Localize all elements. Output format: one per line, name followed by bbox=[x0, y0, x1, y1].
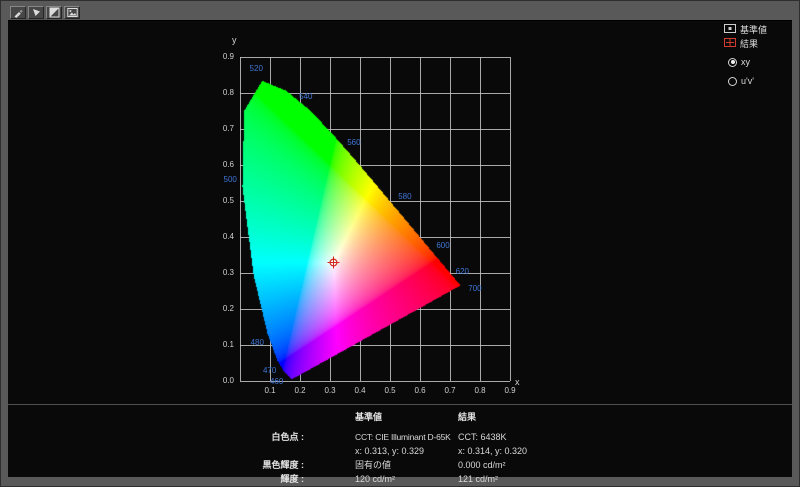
radio-xy[interactable]: xy bbox=[728, 56, 784, 68]
y-axis-tick-label: 0.2 bbox=[222, 304, 234, 313]
y-axis-tick-label: 0.6 bbox=[222, 160, 234, 169]
wavelength-label: 700 bbox=[468, 283, 482, 293]
diagram-panel: y x 0.1 0.2 0.3 0.4 0.5 0.6 0.7 0.8 0.9 0.9 0.8 0.7… bbox=[8, 20, 792, 484]
x-axis-tick-label: 0.6 bbox=[414, 386, 426, 395]
eyedropper-icon bbox=[13, 7, 24, 18]
black-level-reference: 固有の値 bbox=[355, 460, 392, 470]
wavelength-label: 600 bbox=[436, 240, 450, 250]
result-column-header: 結果 bbox=[458, 412, 477, 422]
white-point-reference-cct: CCT: CIE Illuminant D-65K bbox=[355, 432, 451, 442]
legend: 基準値 結果 xy u'v' bbox=[724, 21, 784, 87]
result-marker-icon bbox=[724, 37, 736, 49]
y-axis-tick-label: 0.8 bbox=[222, 88, 234, 97]
luminance-row-label: 輝度 : bbox=[280, 474, 305, 484]
legend-result-label: 結果 bbox=[740, 38, 759, 49]
radio-uv-icon[interactable] bbox=[728, 76, 737, 86]
contrast-icon bbox=[49, 7, 60, 18]
y-axis-tick-label: 0.3 bbox=[222, 268, 234, 277]
wavelength-label: 480 bbox=[250, 337, 264, 347]
legend-reference-label: 基準値 bbox=[740, 24, 768, 35]
wavelength-label: 460 bbox=[269, 377, 284, 386]
white-point-result-xy: x: 0.314, y: 0.320 bbox=[458, 446, 528, 456]
wavelength-label: 500 bbox=[223, 174, 237, 184]
image-icon bbox=[66, 7, 78, 18]
chromaticity-gamut-canvas bbox=[240, 57, 510, 381]
black-level-result: 0.000 cd/m² bbox=[458, 460, 506, 470]
wavelength-label: 580 bbox=[398, 192, 412, 202]
radio-xy-icon[interactable] bbox=[728, 57, 737, 67]
x-axis-tick-label: 0.3 bbox=[324, 386, 336, 395]
luminance-reference: 120 cd/m² bbox=[355, 474, 396, 484]
y-axis-tick-label: 0.1 bbox=[222, 340, 234, 349]
luminance-result: 121 cd/m² bbox=[458, 474, 499, 484]
x-axis-tick-label: 0.7 bbox=[444, 386, 456, 395]
radio-uv[interactable]: u'v' bbox=[728, 75, 784, 87]
y-axis-tick-label: 0.4 bbox=[222, 232, 234, 241]
radio-uv-label: u'v' bbox=[741, 76, 754, 86]
y-axis-title: y bbox=[232, 35, 237, 45]
white-point-result-cct: CCT: 6438K bbox=[458, 432, 507, 442]
results-separator bbox=[8, 404, 792, 405]
x-axis-tick-label: 0.1 bbox=[264, 386, 276, 395]
wavelength-label: 470 bbox=[262, 366, 277, 376]
image-tool-button[interactable] bbox=[64, 6, 80, 19]
marker-tool-button[interactable] bbox=[28, 6, 44, 19]
reference-marker-icon bbox=[724, 23, 736, 35]
white-point-reference-xy: x: 0.313, y: 0.329 bbox=[355, 446, 425, 456]
triangle-marker-icon bbox=[31, 7, 42, 18]
y-axis-tick-label: 0.5 bbox=[222, 196, 234, 205]
black-level-row-label: 黒色輝度 : bbox=[262, 460, 305, 470]
wavelength-label: 560 bbox=[347, 138, 361, 148]
grid-line bbox=[510, 57, 511, 381]
x-axis-tick-label: 0.5 bbox=[384, 386, 396, 395]
legend-reference-row: 基準値 bbox=[724, 23, 784, 35]
chromaticity-chart: y x 0.1 0.2 0.3 0.4 0.5 0.6 0.7 0.8 0.9 0.9 0.8 0.7… bbox=[8, 20, 792, 477]
x-axis-tick-label: 0.8 bbox=[474, 386, 486, 395]
y-axis-tick-label: 0.0 bbox=[222, 376, 234, 385]
radio-xy-label: xy bbox=[741, 57, 750, 67]
y-axis-tick-label: 0.7 bbox=[222, 124, 234, 133]
eyedropper-tool-button[interactable] bbox=[10, 6, 26, 19]
white-point-marker-icon bbox=[327, 256, 340, 269]
x-axis-tick-label: 0.4 bbox=[354, 386, 366, 395]
application-window: y x 0.1 0.2 0.3 0.4 0.5 0.6 0.7 0.8 0.9 0.9 0.8 0.7… bbox=[0, 0, 800, 487]
wavelength-label: 520 bbox=[249, 63, 263, 73]
wavelength-label: 620 bbox=[455, 266, 469, 276]
x-axis-tick-label: 0.9 bbox=[504, 386, 516, 395]
contrast-tool-button[interactable] bbox=[46, 6, 62, 19]
x-axis-tick-label: 0.2 bbox=[294, 386, 306, 395]
y-axis-tick-label: 0.9 bbox=[222, 52, 234, 61]
toolbar bbox=[10, 6, 80, 19]
legend-result-row: 結果 bbox=[724, 37, 784, 49]
reference-column-header: 基準値 bbox=[355, 412, 383, 422]
white-point-row-label: 白色点 : bbox=[271, 432, 305, 442]
wavelength-label: 540 bbox=[299, 91, 313, 101]
